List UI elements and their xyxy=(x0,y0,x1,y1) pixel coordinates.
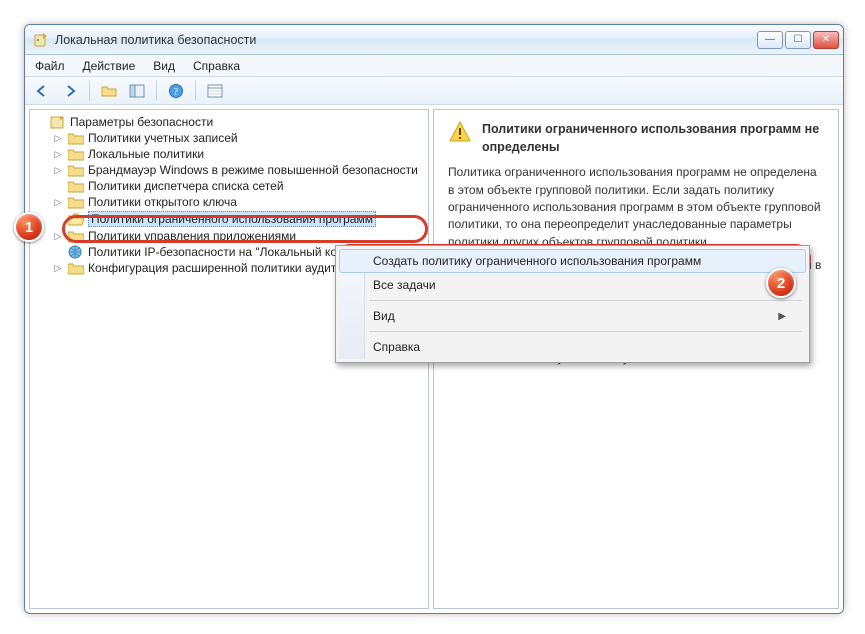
chevron-right-icon: ▶ xyxy=(778,311,786,322)
expand-icon[interactable]: ▷ xyxy=(52,197,64,208)
detail-title: Политики ограниченного использования про… xyxy=(482,120,824,156)
maximize-button[interactable]: ☐ xyxy=(785,31,811,49)
ctx-all-tasks[interactable]: Все задачи ▶ xyxy=(339,273,806,297)
expand-icon[interactable]: ▷ xyxy=(52,263,64,274)
folder-icon xyxy=(68,261,84,275)
folder-icon xyxy=(68,163,84,177)
ctx-create-srp[interactable]: Создать политику ограниченного использов… xyxy=(339,249,806,273)
tree-item-srp[interactable]: Политики ограниченного использования про… xyxy=(50,210,426,228)
app-icon xyxy=(33,32,49,48)
expand-icon[interactable]: ▷ xyxy=(52,149,64,160)
expand-icon[interactable]: ▷ xyxy=(52,165,64,176)
window-title: Локальная политика безопасности xyxy=(55,33,751,47)
toolbar-list-button[interactable] xyxy=(204,80,226,102)
folder-icon xyxy=(68,195,84,209)
chevron-right-icon: ▶ xyxy=(778,280,786,291)
ctx-item-label: Создать политику ограниченного использов… xyxy=(373,254,701,268)
folder-icon xyxy=(68,229,84,243)
toolbar: ? xyxy=(25,77,843,105)
toolbar-folder-button[interactable] xyxy=(98,80,120,102)
context-menu: Создать политику ограниченного использов… xyxy=(335,245,810,363)
expand-icon[interactable]: ▷ xyxy=(52,133,64,144)
tree-item-firewall[interactable]: ▷ Брандмауэр Windows в режиме повышенной… xyxy=(50,162,426,178)
tree-item-nlm[interactable]: Политики диспетчера списка сетей xyxy=(50,178,426,194)
titlebar[interactable]: Локальная политика безопасности — ☐ ✕ xyxy=(25,25,843,55)
folder-icon xyxy=(68,147,84,161)
svg-text:?: ? xyxy=(174,87,179,98)
menu-view[interactable]: Вид xyxy=(145,57,183,75)
folder-icon xyxy=(68,179,84,193)
ctx-item-label: Вид xyxy=(373,309,395,323)
menubar: Файл Действие Вид Справка xyxy=(25,55,843,77)
ctx-item-label: Все задачи xyxy=(373,278,436,292)
toolbar-separator xyxy=(89,81,90,101)
menu-action[interactable]: Действие xyxy=(75,57,144,75)
menu-help[interactable]: Справка xyxy=(185,57,248,75)
toolbar-panel-button[interactable] xyxy=(126,80,148,102)
menu-file[interactable]: Файл xyxy=(27,57,73,75)
toolbar-separator xyxy=(195,81,196,101)
folder-open-icon xyxy=(68,212,84,226)
tree-item-app-control[interactable]: ▷ Политики управления приложениями xyxy=(50,228,426,244)
shield-icon xyxy=(50,115,66,129)
warning-icon xyxy=(448,120,472,149)
tree-item-public-key[interactable]: ▷ Политики открытого ключа xyxy=(50,194,426,210)
ctx-help[interactable]: Справка xyxy=(339,335,806,359)
context-menu-separator xyxy=(369,331,802,332)
toolbar-separator xyxy=(156,81,157,101)
ctx-view[interactable]: Вид ▶ xyxy=(339,304,806,328)
globe-icon xyxy=(68,245,84,259)
tree-item-local-policies[interactable]: ▷ Локальные политики xyxy=(50,146,426,162)
context-menu-separator xyxy=(369,300,802,301)
nav-forward-button[interactable] xyxy=(59,80,81,102)
detail-paragraph: Политика ограниченного использования про… xyxy=(448,164,824,251)
expand-icon[interactable]: ▷ xyxy=(52,231,64,242)
tree-item-account-policies[interactable]: ▷ Политики учетных записей xyxy=(50,130,426,146)
nav-back-button[interactable] xyxy=(31,80,53,102)
toolbar-help-button[interactable]: ? xyxy=(165,80,187,102)
ctx-item-label: Справка xyxy=(373,340,420,354)
tree-root[interactable]: Параметры безопасности xyxy=(32,114,426,130)
folder-icon xyxy=(68,131,84,145)
close-button[interactable]: ✕ xyxy=(813,31,839,49)
minimize-button[interactable]: — xyxy=(757,31,783,49)
